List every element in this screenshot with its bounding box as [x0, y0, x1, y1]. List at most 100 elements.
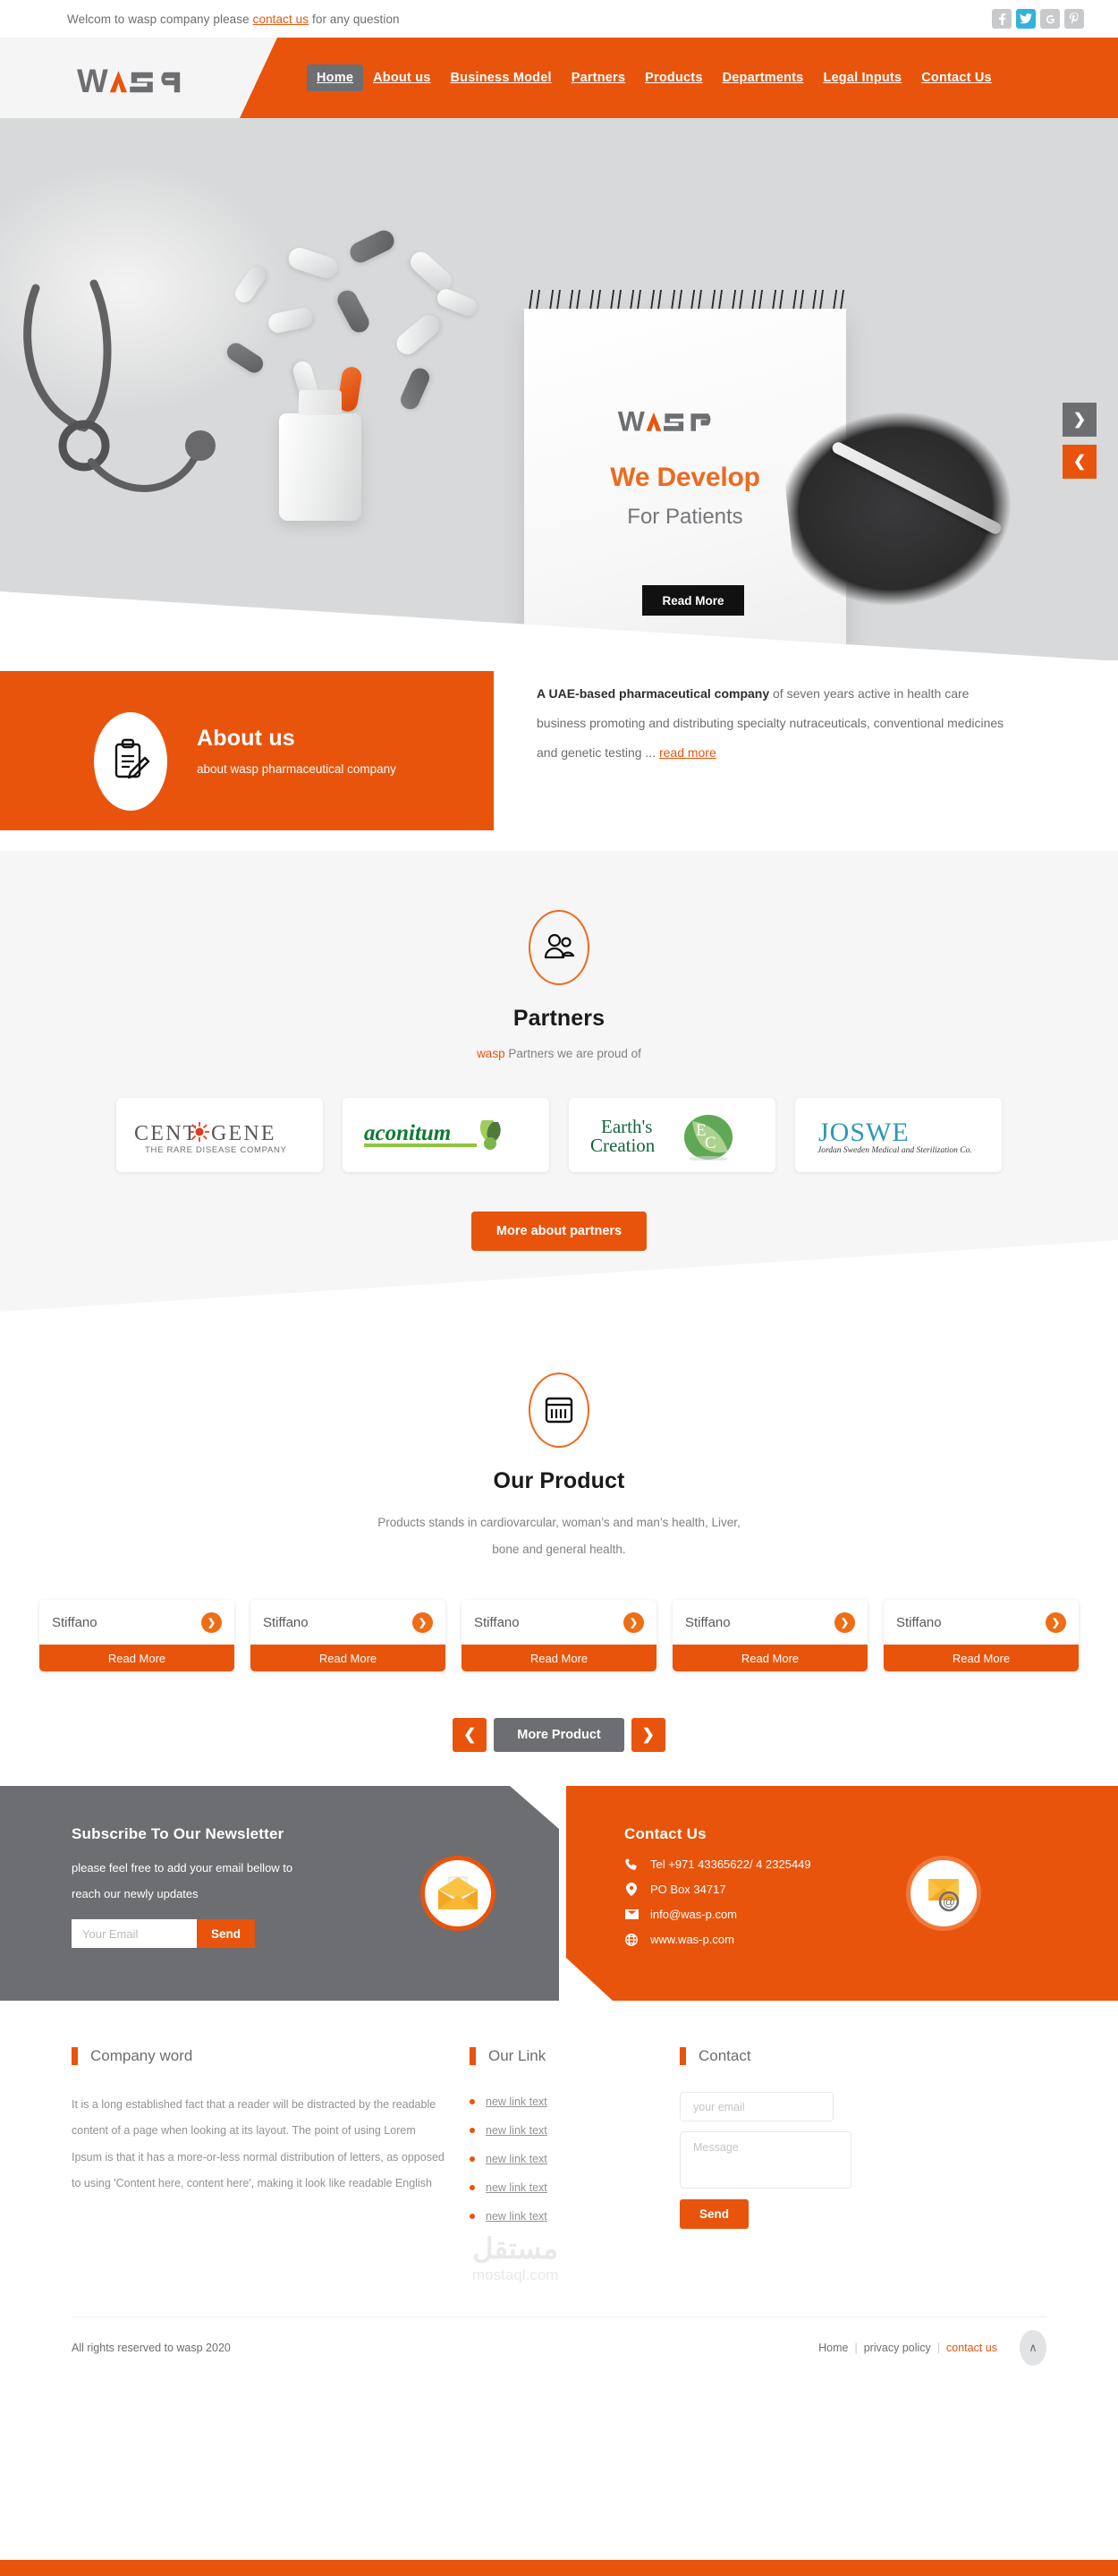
footer-message-textarea[interactable]	[680, 2131, 851, 2189]
products-carousel-controls: ❮ More Product ❯	[0, 1718, 1118, 1753]
footer-link-item[interactable]: new link text	[470, 2210, 680, 2223]
pinterest-icon[interactable]	[1064, 9, 1084, 29]
welcome-prefix: Welcom to wasp company please	[67, 12, 253, 26]
about-card: About us about wasp pharmaceutical compa…	[0, 671, 494, 830]
bullet-dot-icon	[470, 2156, 475, 2162]
partner-card-centogene[interactable]: CENT GENE THE RARE DISEASE COMPANY	[116, 1098, 323, 1172]
partner-card-joswe[interactable]: JOSWE Jordan Sweden Medical and Steriliz…	[795, 1098, 1002, 1172]
product-read-more-button[interactable]: Read More	[39, 1645, 234, 1672]
product-card-header: Stiffano ❯	[884, 1600, 1079, 1645]
bottom-link-separator: |	[854, 2341, 858, 2354]
footer-company-word-text: It is a long established fact that a rea…	[72, 2098, 445, 2190]
bottom-link-privacy-policy[interactable]: privacy policy	[864, 2342, 931, 2354]
bullet-dot-icon	[470, 2128, 475, 2133]
contact-email-text: info@was-p.com	[650, 1908, 738, 1921]
product-card[interactable]: Stiffano ❯ Read More	[884, 1600, 1079, 1672]
chevron-right-icon[interactable]: ❯	[1046, 1611, 1066, 1633]
product-read-more-button[interactable]: Read More	[462, 1645, 656, 1672]
twitter-icon[interactable]	[1016, 9, 1036, 29]
facebook-icon[interactable]	[992, 9, 1012, 29]
about-card-text: About us about wasp pharmaceutical compa…	[197, 726, 396, 776]
svg-text:W: W	[618, 406, 646, 438]
clipboard-pencil-icon	[94, 712, 167, 811]
about-read-more-link[interactable]: read more	[659, 745, 716, 760]
footer: Company word It is a long established fa…	[0, 2001, 1118, 2317]
nav-item-contact-us[interactable]: Contact Us	[911, 64, 1002, 91]
footer-link-item[interactable]: new link text	[470, 2096, 680, 2108]
footer-link-item[interactable]: new link text	[470, 2153, 680, 2165]
mostaql-watermark: مستقل mostaql.com	[472, 2232, 558, 2284]
product-name: Stiffano	[52, 1614, 97, 1630]
svg-text:C: C	[705, 1134, 716, 1152]
footer-link-label: new link text	[486, 2181, 547, 2194]
more-product-button[interactable]: More Product	[494, 1718, 624, 1753]
newsletter-send-button[interactable]: Send	[197, 1919, 256, 1949]
svg-text:@: @	[943, 1894, 955, 1909]
svg-text:W: W	[77, 63, 109, 99]
newsletter-description: please feel free to add your email bello…	[72, 1861, 293, 1900]
contact-panel: Contact Us Tel +971 43365622/ 4 2325449 …	[566, 1786, 1118, 2001]
hero-read-more-button[interactable]: Read More	[642, 585, 744, 616]
about-body-text: A UAE-based pharmaceutical company of se…	[537, 679, 1020, 768]
product-card[interactable]: Stiffano ❯ Read More	[250, 1600, 445, 1672]
svg-text:Jordan Sweden Medical and Ster: Jordan Sweden Medical and Sterilization …	[817, 1146, 972, 1155]
footer-company-word-column: Company word It is a long established fa…	[72, 2047, 470, 2239]
more-about-partners-button[interactable]: More about partners	[470, 1211, 648, 1251]
product-card-header: Stiffano ❯	[39, 1600, 234, 1645]
phone-icon	[624, 1858, 639, 1871]
product-read-more-button[interactable]: Read More	[250, 1645, 445, 1672]
contact-us-link[interactable]: contact us	[253, 13, 309, 26]
product-read-more-button[interactable]: Read More	[884, 1645, 1079, 1672]
partners-subtitle-brand: wasp	[477, 1047, 505, 1060]
footer-email-input[interactable]	[680, 2092, 834, 2121]
footer-link-item[interactable]: new link text	[470, 2181, 680, 2194]
bottom-link-home[interactable]: Home	[818, 2342, 848, 2354]
scroll-to-top-button[interactable]: ∧	[1020, 2329, 1046, 2366]
footer-link-item[interactable]: new link text	[470, 2124, 680, 2137]
product-card-header: Stiffano ❯	[462, 1600, 656, 1645]
earths-creation-logo: Earth's Creation E C	[590, 1114, 733, 1160]
nav-item-home[interactable]: Home	[307, 64, 364, 91]
chevron-right-icon[interactable]: ❯	[412, 1611, 433, 1633]
slider-next-button[interactable]: ❯	[1063, 403, 1097, 437]
pill-bottle	[279, 390, 361, 521]
partner-card-earths-creation[interactable]: Earth's Creation E C	[569, 1098, 775, 1172]
footer-company-word-title: Company word	[90, 2047, 193, 2064]
footer-send-button[interactable]: Send	[680, 2199, 750, 2229]
newsletter-title: Subscribe To Our Newsletter	[72, 1825, 284, 1842]
accent-bar	[680, 2047, 686, 2065]
stethoscope-illustration	[23, 279, 216, 492]
site-logo[interactable]: W	[77, 63, 220, 102]
contact-line-phone: Tel +971 43365622/ 4 2325449	[624, 1858, 1118, 1871]
newsletter-email-input[interactable]	[72, 1919, 197, 1949]
centogene-logo: CENT GENE THE RARE DISEASE COMPANY	[134, 1121, 287, 1155]
welcome-suffix: for any question	[309, 12, 400, 26]
footer-link-label: new link text	[486, 2124, 547, 2137]
products-prev-button[interactable]: ❮	[453, 1718, 487, 1753]
google-plus-icon[interactable]	[1040, 9, 1060, 29]
nav-item-about-us[interactable]: About us	[363, 64, 440, 91]
nav-item-partners[interactable]: Partners	[562, 64, 635, 91]
nav-item-products[interactable]: Products	[635, 64, 712, 91]
footer-our-link-column: Our Link new link text new link text new…	[470, 2047, 680, 2239]
contact-website-text: www.was-p.com	[650, 1933, 734, 1946]
product-read-more-button[interactable]: Read More	[673, 1645, 868, 1672]
chevron-right-icon[interactable]: ❯	[623, 1611, 644, 1633]
products-next-button[interactable]: ❯	[631, 1718, 665, 1753]
bottom-link-contact-us[interactable]: contact us	[946, 2342, 997, 2354]
product-card[interactable]: Stiffano ❯ Read More	[39, 1600, 234, 1672]
joswe-logo: JOSWE Jordan Sweden Medical and Steriliz…	[817, 1118, 972, 1155]
product-card[interactable]: Stiffano ❯ Read More	[673, 1600, 868, 1672]
chevron-right-icon[interactable]: ❯	[834, 1611, 855, 1633]
contact-line-website: www.was-p.com	[624, 1933, 1118, 1946]
nav-item-legal-inputs[interactable]: Legal Inputs	[813, 64, 911, 91]
nav-item-departments[interactable]: Departments	[713, 64, 814, 91]
nav-item-business-model[interactable]: Business Model	[441, 64, 562, 91]
partner-card-aconitum[interactable]: aconitum	[343, 1098, 549, 1172]
chevron-right-icon[interactable]: ❯	[201, 1611, 222, 1633]
svg-text:THE RARE DISEASE COMPANY: THE RARE DISEASE COMPANY	[145, 1145, 287, 1155]
product-card[interactable]: Stiffano ❯ Read More	[462, 1600, 656, 1672]
partners-subtitle-rest: Partners we are proud of	[504, 1047, 641, 1060]
product-card-header: Stiffano ❯	[673, 1600, 868, 1645]
slider-prev-button[interactable]: ❮	[1063, 445, 1097, 479]
